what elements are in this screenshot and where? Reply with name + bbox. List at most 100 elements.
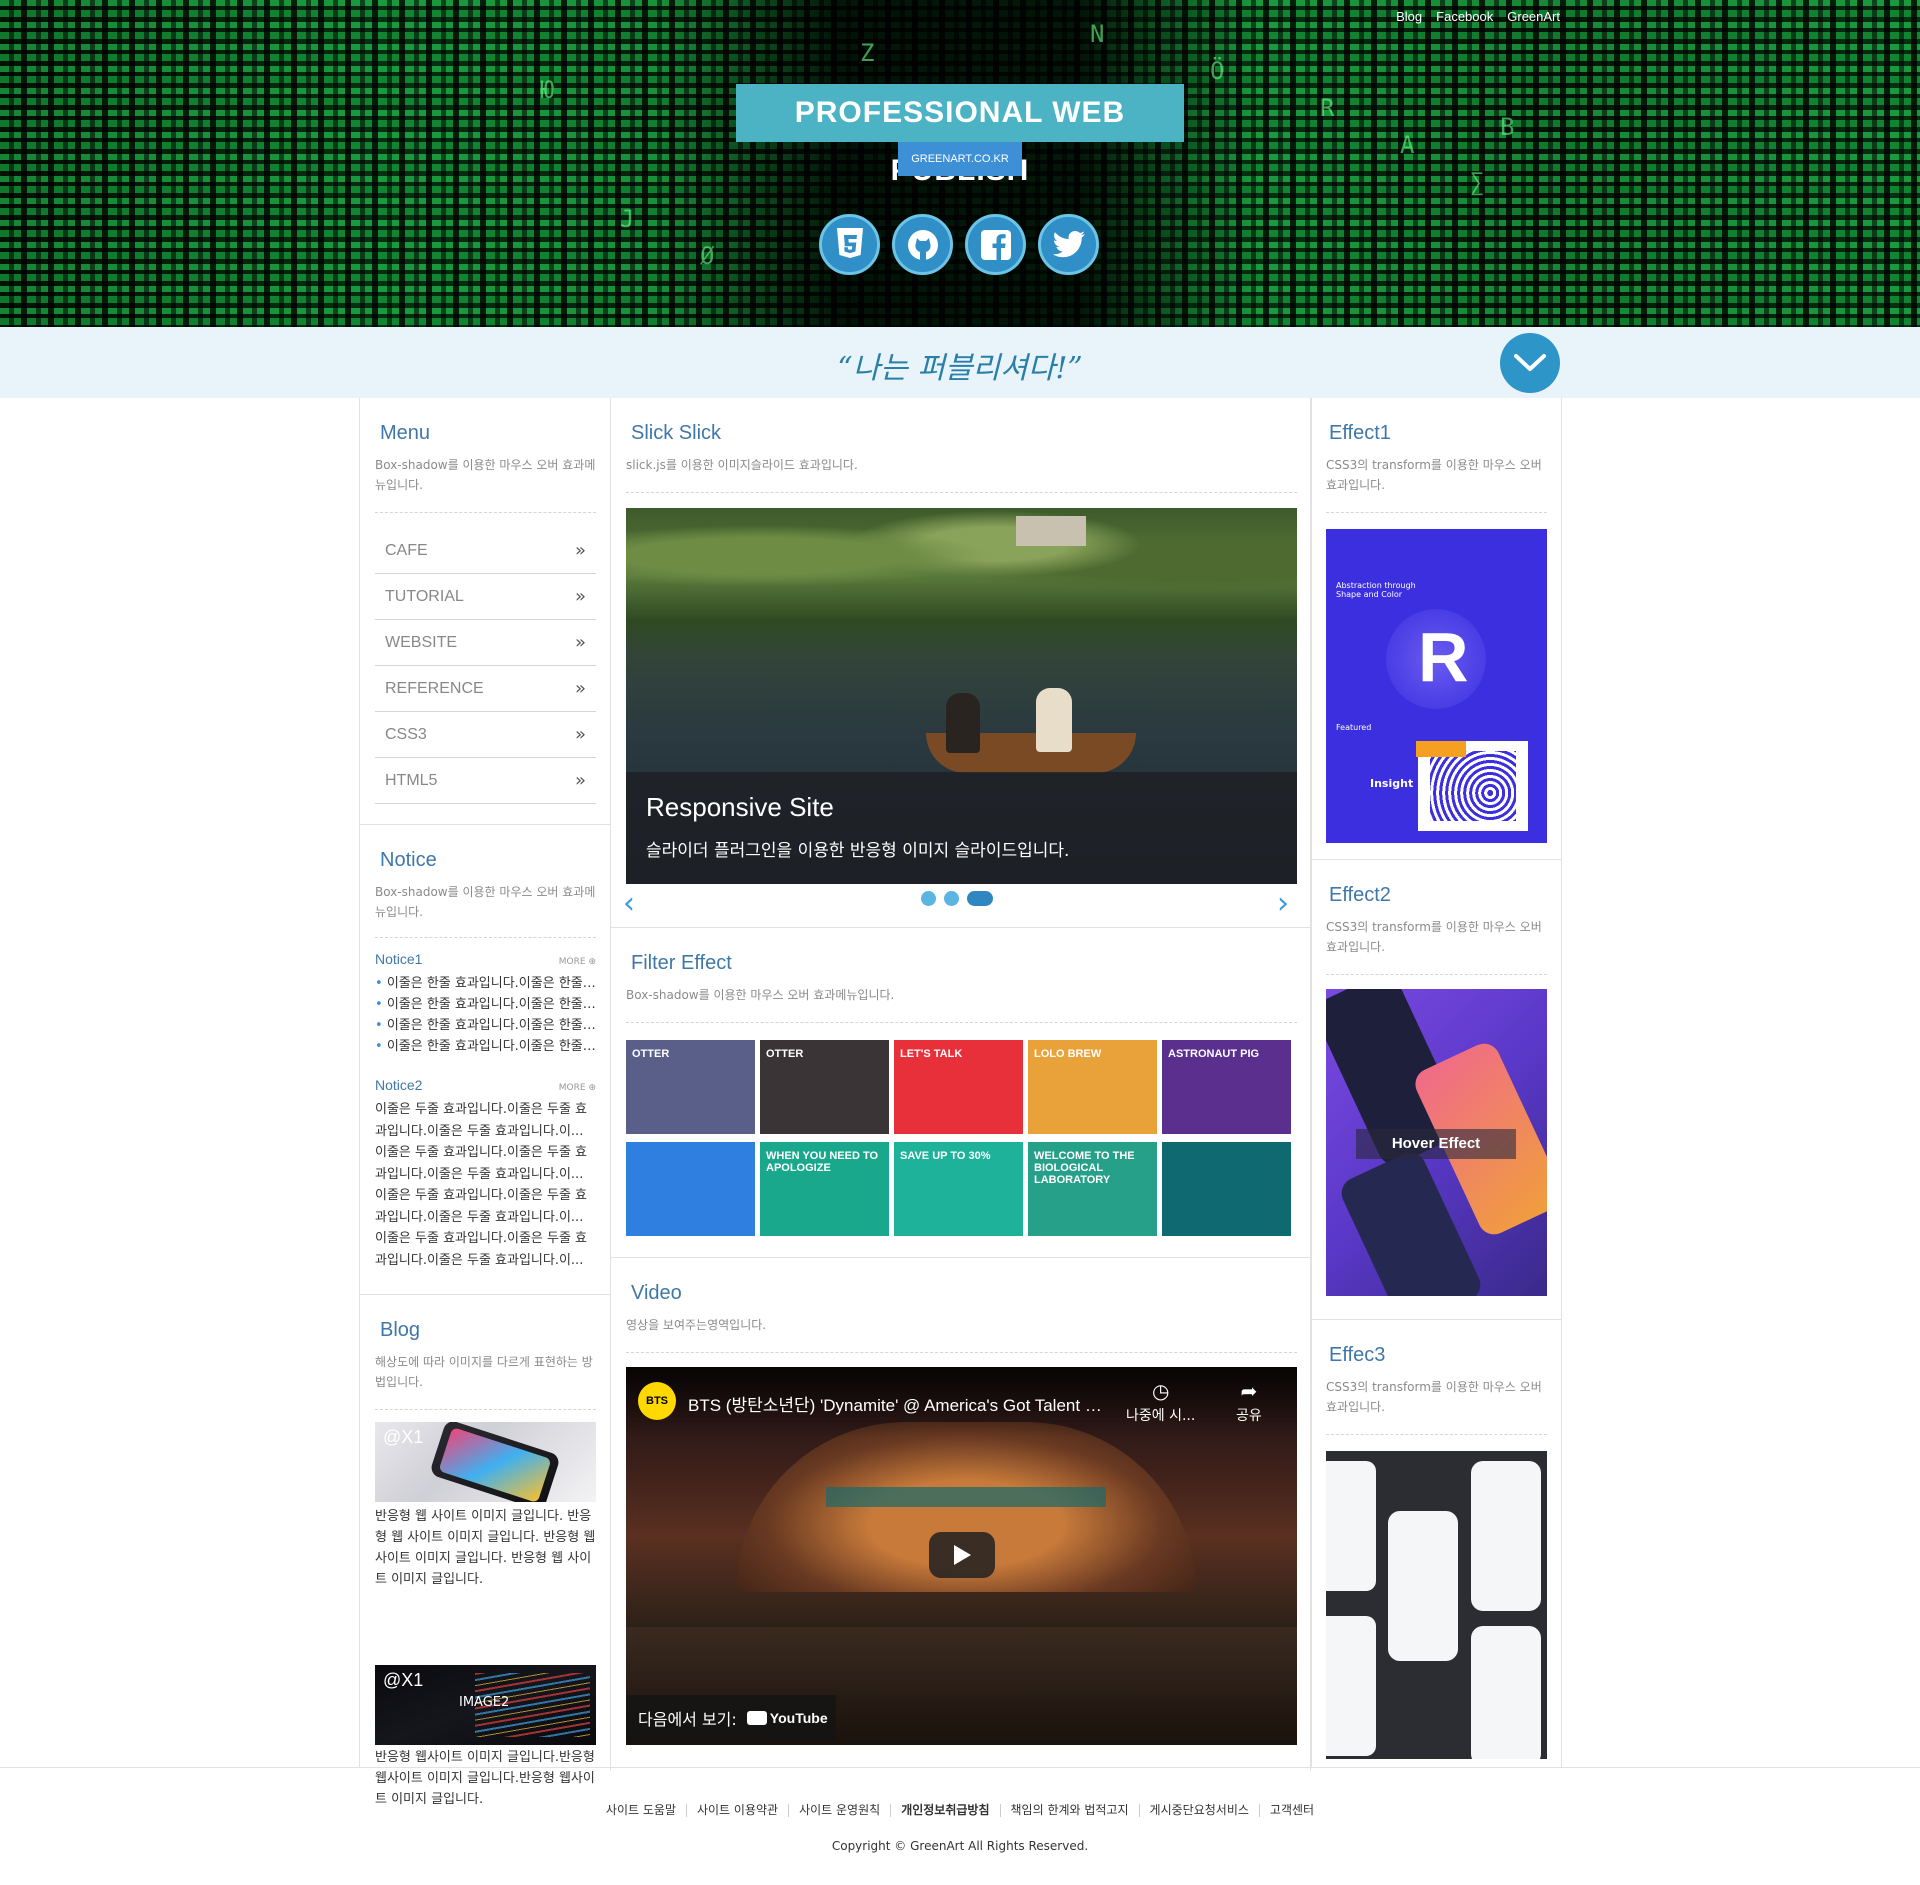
menu-item-html5[interactable]: HTML5 »: [375, 758, 596, 804]
effect3-title: Effec3: [1329, 1344, 1386, 1366]
video-title-text[interactable]: BTS (방탄소년단) 'Dynamite' @ America's Got T…: [688, 1391, 1108, 1416]
watch-later-button[interactable]: ◷ 나중에 시...: [1126, 1379, 1195, 1425]
effect3-image[interactable]: [1326, 1451, 1547, 1759]
footer-link-help[interactable]: 사이트 도움말: [596, 1804, 686, 1817]
share-icon: ➦: [1240, 1379, 1258, 1403]
matrix-glyph: Z: [860, 39, 875, 67]
share-label: 공유: [1236, 1408, 1262, 1424]
effect1-image-text: Abstraction through Shape and Color: [1336, 581, 1416, 599]
facebook-button[interactable]: [965, 214, 1026, 275]
channel-avatar[interactable]: BTS: [638, 1382, 676, 1420]
video-player[interactable]: BTS BTS (방탄소년단) 'Dynamite' @ America's G…: [626, 1367, 1297, 1745]
github-button[interactable]: [892, 214, 953, 275]
slick-title: Slick Slick: [631, 422, 722, 444]
menu-item-cafe[interactable]: CAFE »: [375, 528, 596, 574]
menu-item-tutorial[interactable]: TUTORIAL »: [375, 574, 596, 620]
play-button[interactable]: [929, 1532, 995, 1578]
top-link-greenart[interactable]: GreenArt: [1507, 9, 1560, 24]
footer-link-terms[interactable]: 사이트 이용약관: [685, 1804, 788, 1817]
filter-title: Filter Effect: [631, 952, 732, 974]
list-item[interactable]: 이줄은 한줄 효과입니다.이줄은 한줄 효과입니다.: [375, 1015, 596, 1036]
filter-thumbnail[interactable]: LOLO BREW: [1028, 1040, 1157, 1134]
menu-item-css3[interactable]: CSS3 »: [375, 712, 596, 758]
effect1-insight: Insight: [1370, 777, 1414, 790]
effect1-image[interactable]: Abstraction through Shape and Color R Fe…: [1326, 529, 1547, 843]
footer-link-policy[interactable]: 사이트 운영원칙: [788, 1804, 890, 1817]
image-slider[interactable]: Responsive Site 슬라이더 플러그인을 이용한 반응형 이미지 슬…: [626, 508, 1297, 884]
filter-thumbnail[interactable]: [1162, 1142, 1291, 1236]
list-item[interactable]: 이줄은 한줄 효과입니다.이줄은 한줄 효과입니다.: [375, 973, 596, 994]
right-column: Effect1 CSS3의 transform를 이용한 마우스 오버효과입니다…: [1311, 398, 1562, 1767]
filter-thumbnail[interactable]: WELCOME TO THE BIOLOGICAL LABORATORY: [1028, 1142, 1157, 1236]
list-item[interactable]: 이줄은 한줄 효과입니다.이줄은 한줄 효과입니다.: [375, 1036, 596, 1057]
watch-later-label: 나중에 시...: [1126, 1408, 1196, 1424]
footer-link-privacy[interactable]: 개인정보취급방침: [890, 1804, 999, 1817]
filter-thumbnail[interactable]: ASTRONAUT PIG: [1162, 1040, 1291, 1134]
effect1-pattern: [1430, 751, 1516, 821]
blog-image-2[interactable]: @X1 IMAGE2: [375, 1665, 596, 1745]
footer-link-support[interactable]: 고객센터: [1258, 1804, 1324, 1817]
slogan-text: “나는 퍼블리셔다!”: [837, 351, 1083, 386]
matrix-glyph: Ø: [700, 242, 715, 270]
list-item[interactable]: 이줄은 한줄 효과입니다.이줄은 한줄 효과입니다.: [375, 994, 596, 1015]
notice2-item[interactable]: 이줄은 두줄 효과입니다.이줄은 두줄 효과입니다.이줄은 두줄 효과입니다.이…: [375, 1142, 596, 1185]
notice2-title[interactable]: Notice2: [375, 1077, 422, 1093]
slide-caption-desc: 슬라이더 플러그인을 이용한 반응형 이미지 슬라이드입니다.: [646, 841, 1070, 861]
twitter-button[interactable]: [1038, 214, 1099, 275]
site-subtitle[interactable]: GREENART.CO.KR: [898, 142, 1022, 176]
filter-thumbnail[interactable]: [626, 1142, 755, 1236]
double-chevron-right-icon: »: [574, 724, 586, 745]
phone-screen: [1326, 1461, 1376, 1591]
slick-section: Slick Slick slick.js를 이용한 이미지슬라이드 효과입니다.…: [611, 398, 1310, 928]
youtube-play-icon: [746, 1711, 767, 1725]
double-chevron-right-icon: »: [574, 632, 586, 653]
github-icon: [907, 229, 938, 260]
filter-thumbnail[interactable]: OTTER: [760, 1040, 889, 1134]
menu-item-website[interactable]: WEBSITE »: [375, 620, 596, 666]
top-link-facebook[interactable]: Facebook: [1436, 9, 1493, 24]
matrix-glyph: ∑: [1470, 168, 1485, 196]
divider: [626, 492, 1297, 493]
matrix-glyph: A: [1400, 131, 1415, 159]
slide-caption-title: Responsive Site: [646, 792, 834, 822]
blog-section: Blog 해상도에 따라 이미지를 다르게 표현하는 방법입니다. @X1 반응…: [360, 1295, 610, 1807]
slider-dot[interactable]: [967, 891, 993, 906]
notice2-item[interactable]: 이줄은 두줄 효과입니다.이줄은 두줄 효과입니다.이줄은 두줄 효과입니다.이…: [375, 1099, 596, 1142]
effect2-image[interactable]: Hover Effect: [1326, 989, 1547, 1296]
slider-dot[interactable]: [921, 891, 936, 906]
notice1-title[interactable]: Notice1: [375, 951, 422, 967]
youtube-logo: YouTube: [746, 1710, 828, 1726]
filter-thumbnail[interactable]: SAVE UP TO 30%: [894, 1142, 1023, 1236]
phone-screen: [1326, 1616, 1376, 1756]
filter-thumbnail[interactable]: WHEN YOU NEED TO APOLOGIZE: [760, 1142, 889, 1236]
blog-image-tag: @X1: [383, 1427, 424, 1447]
footer-link-takedown[interactable]: 게시중단요청서비스: [1138, 1804, 1259, 1817]
filter-thumbnail[interactable]: LET'S TALK: [894, 1040, 1023, 1134]
share-button[interactable]: ➦ 공유: [1236, 1379, 1262, 1425]
menu-item-reference[interactable]: REFERENCE »: [375, 666, 596, 712]
blog-image-1[interactable]: @X1: [375, 1422, 596, 1502]
slider-dot[interactable]: [944, 891, 959, 906]
footer-link-legal[interactable]: 책임의 한계와 법적고지: [999, 1804, 1139, 1817]
filter-thumbnail-text: WELCOME TO THE BIOLOGICAL LABORATORY: [1034, 1150, 1135, 1186]
notice2-item[interactable]: 이줄은 두줄 효과입니다.이줄은 두줄 효과입니다.이줄은 두줄 효과입니다.이…: [375, 1185, 596, 1228]
filter-thumbnail-text: LOLO BREW: [1034, 1048, 1102, 1060]
left-column: Menu Box-shadow를 이용한 마우스 오버 효과메뉴입니다. CAF…: [359, 398, 611, 1807]
slide-caption: Responsive Site 슬라이더 플러그인을 이용한 반응형 이미지 슬…: [626, 772, 1297, 884]
effect1-section: Effect1 CSS3의 transform를 이용한 마우스 오버효과입니다…: [1312, 398, 1561, 860]
slider-prev-button[interactable]: ‹: [623, 886, 635, 921]
watch-on-youtube[interactable]: 다음에서 보기: YouTube: [626, 1695, 836, 1741]
notice1-more-link[interactable]: MORE ⊕: [559, 957, 596, 967]
html5-button[interactable]: [819, 214, 880, 275]
slider-next-button[interactable]: ›: [1277, 886, 1289, 921]
scroll-down-button[interactable]: [1500, 333, 1560, 393]
filter-thumbnail[interactable]: OTTER: [626, 1040, 755, 1134]
notice2-item[interactable]: 이줄은 두줄 효과입니다.이줄은 두줄 효과입니다.이줄은 두줄 효과입니다.이…: [375, 1228, 596, 1271]
divider: [375, 937, 596, 938]
header: B Ю Z Ø J ∑ A R Ö N Blog Facebook GreenArt PROFES…: [0, 0, 1920, 327]
filter-thumbnail-text: LET'S TALK: [900, 1048, 963, 1060]
top-link-blog[interactable]: Blog: [1396, 9, 1422, 24]
menu-item-label: CSS3: [385, 725, 427, 743]
notice2-more-link[interactable]: MORE ⊕: [559, 1083, 596, 1093]
menu-item-label: CAFE: [385, 541, 428, 559]
